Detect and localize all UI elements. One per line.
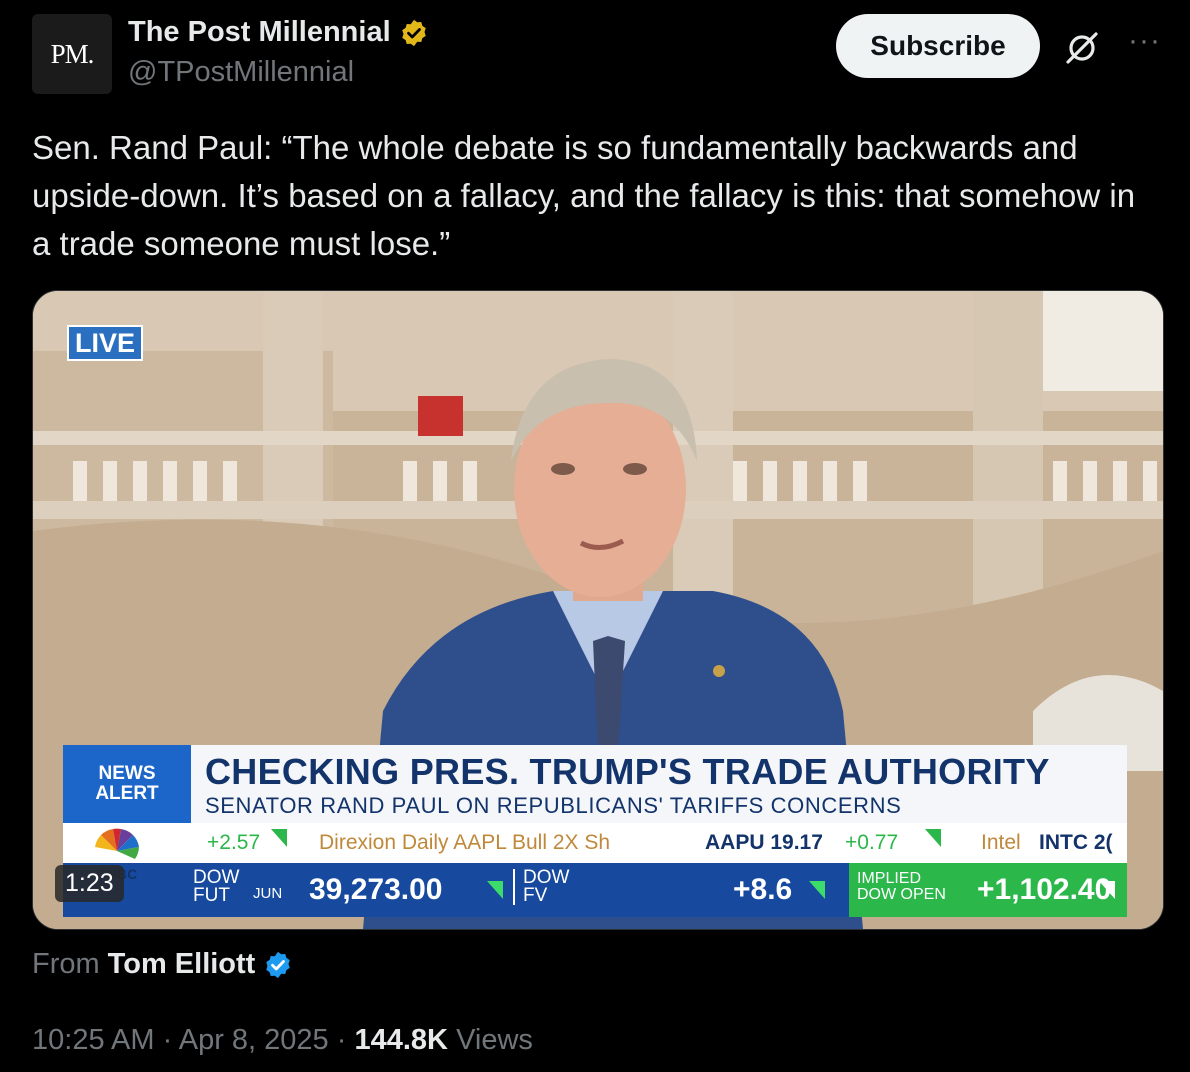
source-attribution: From Tom Elliott xyxy=(32,948,293,981)
blue-verified-icon[interactable] xyxy=(263,950,293,980)
ticker-down-arrow xyxy=(925,829,941,853)
ticker-down-arrow xyxy=(271,829,287,853)
video-duration: 1:23 xyxy=(55,865,124,902)
news-alert-tag: NEWS ALERT xyxy=(63,745,191,823)
video-player[interactable]: LIVE NEWS ALERT CHECKING PRES. TRUMP'S T… xyxy=(32,290,1164,930)
dow-fut-label-line2: FUT xyxy=(193,885,230,906)
gold-verified-icon[interactable] xyxy=(399,18,429,48)
source-name[interactable]: Tom Elliott xyxy=(108,948,256,981)
dow-fut-month: JUN xyxy=(253,885,283,902)
stock-ticker-top: +2.57 Direxion Daily AAPL Bull 2X Sh AAP… xyxy=(63,823,1127,863)
more-options-icon[interactable]: ··· xyxy=(1128,24,1161,58)
implied-value: +1,102.40 xyxy=(977,873,1112,906)
tweet-text: Sen. Rand Paul: “The whole debate is so … xyxy=(32,129,1136,262)
meta-separator: · xyxy=(336,1024,347,1056)
ticker-stock-symbol: AAPU 19.17 xyxy=(705,831,823,854)
live-badge: LIVE xyxy=(67,325,144,361)
ticker-stock-change: +0.77 xyxy=(845,831,899,854)
news-alert-line1: NEWS xyxy=(98,763,156,784)
grok-icon[interactable] xyxy=(1060,26,1104,70)
dow-fv-label: DOW FV xyxy=(513,868,569,906)
down-arrow-icon xyxy=(809,881,825,899)
news-alert-line2: ALERT xyxy=(95,783,159,804)
down-arrow-icon xyxy=(487,881,503,899)
news-headline: CHECKING PRES. TRUMP'S TRADE AUTHORITY xyxy=(205,751,1050,792)
ticker-stock-name: Intel xyxy=(981,831,1021,854)
implied-label-line2: DOW OPEN xyxy=(857,886,946,903)
news-lower-third: NEWS ALERT CHECKING PRES. TRUMP'S TRADE … xyxy=(63,745,1127,823)
tweet-meta: 10:25 AM · Apr 8, 2025 · 144.8K Views xyxy=(32,1024,533,1057)
implied-label: IMPLIED DOW OPEN xyxy=(857,871,946,903)
subscribe-button[interactable]: Subscribe xyxy=(836,14,1040,78)
tweet-time[interactable]: 10:25 AM xyxy=(32,1024,155,1056)
implied-dow-open-box: IMPLIED DOW OPEN +1,102.40 xyxy=(849,863,1127,917)
dow-fut-value: 39,273.00 xyxy=(309,873,443,906)
implied-label-line1: IMPLIED xyxy=(857,870,922,887)
author-handle[interactable]: @TPostMillennial xyxy=(128,56,354,89)
tweet-date[interactable]: Apr 8, 2025 xyxy=(179,1024,329,1056)
ticker-change: +2.57 xyxy=(207,831,261,854)
author-name-row: The Post Millennial xyxy=(128,16,429,49)
news-subheadline: SENATOR RAND PAUL ON REPUBLICANS' TARIFF… xyxy=(205,793,902,818)
index-ticker-bottom: DOW FUT JUN 39,273.00 DOW FV +8.6 IMPLIE… xyxy=(63,863,1127,917)
meta-separator: · xyxy=(162,1024,173,1056)
ticker-stock-symbol: INTC 2( xyxy=(1039,831,1113,854)
down-arrow-icon xyxy=(1099,881,1115,899)
dow-fut-label: DOW FUT xyxy=(193,868,239,906)
views-count: 144.8K xyxy=(354,1024,448,1056)
from-label: From xyxy=(32,948,100,980)
ticker-stock-name: Direxion Daily AAPL Bull 2X Sh xyxy=(319,831,611,854)
author-avatar[interactable]: PM. xyxy=(32,14,112,94)
dow-fv-value: +8.6 xyxy=(733,873,793,906)
dow-fv-label-line2: FV xyxy=(523,885,548,906)
author-name[interactable]: The Post Millennial xyxy=(128,16,391,49)
views-label: Views xyxy=(456,1024,533,1056)
